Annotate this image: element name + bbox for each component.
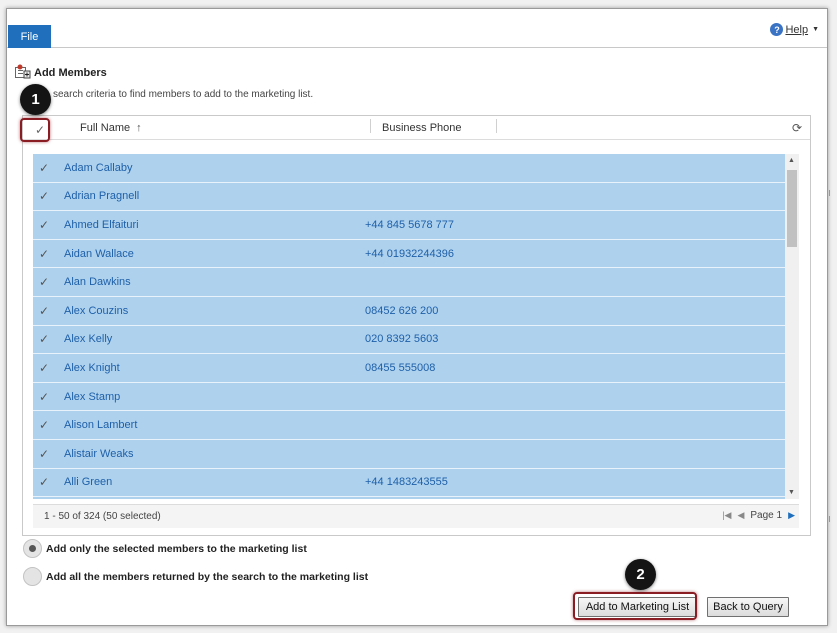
row-check-icon[interactable]: ✓ — [37, 304, 51, 318]
scroll-up-icon[interactable]: ▲ — [788, 157, 795, 164]
add-to-marketing-list-button[interactable]: Add to Marketing List — [578, 597, 697, 617]
row-full-name[interactable]: Ahmed Elfaituri — [64, 219, 139, 231]
members-grid: ✓ Full Name ↑ Business Phone ⟳ ✓ Adam Cal… — [22, 115, 811, 536]
add-members-icon — [15, 64, 31, 79]
row-full-name[interactable]: Alli Green — [64, 476, 112, 488]
refresh-icon[interactable]: ⟳ — [792, 121, 802, 135]
row-full-name[interactable]: Alistair Weaks — [64, 448, 133, 460]
vertical-scrollbar[interactable]: ▲ ▼ — [785, 154, 799, 499]
row-full-name[interactable]: Alex Couzins — [64, 305, 128, 317]
table-row[interactable]: ✓ Alistair Weaks — [33, 440, 785, 469]
row-full-name[interactable]: Adrian Pragnell — [64, 190, 139, 202]
row-check-icon[interactable]: ✓ — [37, 218, 51, 232]
record-count-status: 1 - 50 of 324 (50 selected) — [44, 511, 161, 522]
column-divider — [496, 119, 497, 133]
table-row[interactable]: ✓ Alex Knight 08455 555008 — [33, 354, 785, 383]
table-row[interactable]: ✓ Alan Dawkins — [33, 268, 785, 297]
help-icon: ? — [770, 23, 784, 36]
scrollbar-thumb[interactable] — [787, 170, 797, 247]
table-row[interactable]: ✓ Ahmed Elfaituri +44 845 5678 777 — [33, 211, 785, 240]
divider — [829, 516, 830, 522]
row-check-icon[interactable]: ✓ — [37, 418, 51, 432]
chevron-down-icon: ▼ — [812, 26, 819, 33]
callout-badge-2: 2 — [625, 559, 656, 590]
all-members-label: Add all the members returned by the sear… — [46, 570, 369, 583]
help-menu[interactable]: ? Help ▼ — [770, 23, 819, 36]
column-header-full-name[interactable]: Full Name ↑ — [80, 120, 142, 136]
page-number: Page 1 — [750, 510, 783, 521]
row-full-name[interactable]: Alan Dawkins — [64, 276, 131, 288]
row-check-icon[interactable]: ✓ — [37, 275, 51, 289]
callout-badge-1: 1 — [20, 84, 51, 115]
grid-header: ✓ Full Name ↑ Business Phone ⟳ — [23, 116, 810, 140]
first-page-icon[interactable]: |◀ — [722, 510, 731, 521]
column-label-business-phone: Business Phone — [382, 122, 462, 134]
divider — [829, 190, 830, 196]
sort-ascending-icon: ↑ — [136, 122, 142, 134]
grid-footer: 1 - 50 of 324 (50 selected) |◀ ◀ Page 1 … — [33, 504, 799, 528]
row-business-phone: 020 8392 5603 — [365, 333, 439, 346]
add-members-dialog: File ? Help ▼ Add Members search criteri… — [6, 8, 828, 626]
ribbon-bar: File ? Help ▼ — [7, 9, 827, 48]
previous-page-icon[interactable]: ◀ — [737, 510, 744, 521]
table-row[interactable]: ✓ Aidan Wallace +44 01932244396 — [33, 240, 785, 269]
row-business-phone: 08452 626 200 — [365, 304, 439, 317]
table-row[interactable]: ✓ Adam Callaby — [33, 154, 785, 183]
column-label-full-name: Full Name — [80, 122, 131, 134]
grid-rows: ✓ Adam Callaby ✓ Adrian Pragnell ✓ Ahmed El… — [33, 154, 785, 499]
row-full-name[interactable]: Aidan Wallace — [64, 248, 134, 260]
row-full-name[interactable]: Alex Stamp — [64, 391, 120, 403]
row-check-icon[interactable]: ✓ — [37, 332, 51, 346]
row-check-icon[interactable]: ✓ — [37, 161, 51, 175]
file-tab[interactable]: File — [8, 25, 51, 48]
row-check-icon[interactable]: ✓ — [37, 447, 51, 461]
table-row[interactable]: ✓ Alex Couzins 08452 626 200 — [33, 297, 785, 326]
instructions-text: search criteria to find members to add t… — [53, 89, 314, 100]
row-business-phone: +44 01932244396 — [365, 247, 455, 260]
row-full-name[interactable]: Alison Lambert — [64, 419, 137, 431]
help-label: Help — [785, 23, 809, 36]
selected-members-label: Add only the selected members to the mar… — [46, 542, 307, 555]
column-divider — [370, 119, 371, 133]
row-full-name[interactable]: Alex Knight — [64, 362, 120, 374]
row-check-icon[interactable]: ✓ — [37, 189, 51, 203]
selected-members-radio[interactable] — [23, 539, 42, 558]
pager: |◀ ◀ Page 1 ▶ — [722, 510, 795, 521]
row-business-phone: +44 845 5678 777 — [365, 218, 455, 231]
row-check-icon[interactable]: ✓ — [37, 247, 51, 261]
scroll-down-icon[interactable]: ▼ — [788, 489, 795, 496]
table-row[interactable]: ✓ Alli Green +44 1483243555 — [33, 469, 785, 498]
row-check-icon[interactable]: ✓ — [37, 390, 51, 404]
option-selected-members[interactable]: Add only the selected members to the mar… — [23, 539, 307, 558]
row-check-icon[interactable]: ✓ — [37, 475, 51, 489]
select-all-checkbox[interactable]: ✓ — [29, 122, 51, 138]
all-members-radio[interactable] — [23, 567, 42, 586]
row-full-name[interactable]: Alex Kelly — [64, 333, 112, 345]
row-full-name[interactable]: Adam Callaby — [64, 162, 132, 174]
row-check-icon[interactable]: ✓ — [37, 361, 51, 375]
option-all-members[interactable]: Add all the members returned by the sear… — [23, 567, 368, 586]
table-row[interactable]: ✓ Alison Lambert — [33, 411, 785, 440]
column-header-business-phone[interactable]: Business Phone — [382, 120, 462, 136]
table-row[interactable]: ✓ Alex Kelly 020 8392 5603 — [33, 326, 785, 355]
back-to-query-button[interactable]: Back to Query — [707, 597, 789, 617]
page-title: Add Members — [34, 67, 107, 79]
table-row[interactable]: ✓ Adrian Pragnell — [33, 183, 785, 212]
row-business-phone: 08455 555008 — [365, 361, 436, 374]
table-row[interactable]: ✓ Alex Stamp — [33, 383, 785, 412]
next-page-icon[interactable]: ▶ — [788, 510, 795, 521]
row-business-phone: +44 1483243555 — [365, 476, 448, 489]
